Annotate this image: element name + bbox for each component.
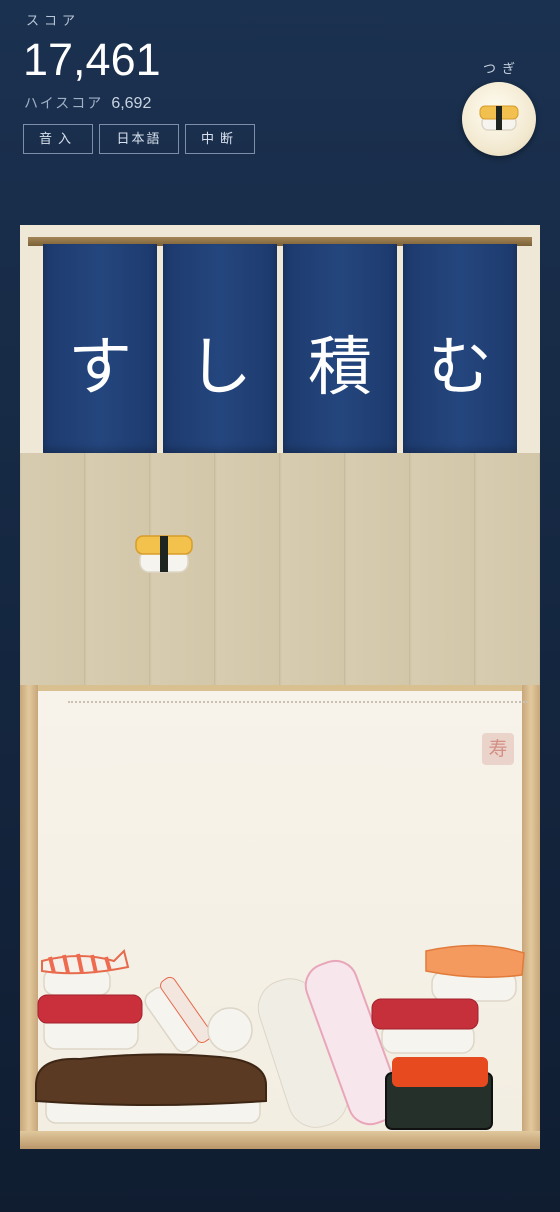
wooden-floor [20,453,540,685]
next-piece-preview [462,82,536,156]
language-button[interactable]: 日本語 [99,124,179,154]
noren-panel: 積 [283,244,397,456]
control-buttons: 音入 日本語 中断 [23,124,255,154]
unagi-nigiri [35,1053,267,1124]
falling-tamago-piece[interactable] [132,530,196,578]
ebi-piece [144,976,212,1053]
noren-char: す [68,331,132,405]
score-value: 17,461 [23,34,161,85]
pause-button[interactable]: 中断 [185,124,255,154]
score-label: スコア [26,14,81,29]
rice-ball [207,1007,253,1053]
salmon-nigiri [425,944,525,1002]
sushi-box: 寿 [20,685,540,1149]
noren-char: し [188,331,252,405]
noren-panel: し [163,244,277,456]
sound-button[interactable]: 音入 [23,124,93,154]
ebi-nigiri [41,949,130,996]
game-stage[interactable]: す し 積 む 寿 [20,225,540,1149]
highscore-label: ハイスコア [24,96,104,112]
noren-panel: す [43,244,157,456]
noren-char: む [428,331,492,405]
next-label: つぎ [483,62,522,77]
next-tamago-icon [479,105,519,131]
maguro-nigiri [371,998,479,1054]
noren-char: 積 [308,331,372,405]
ikura-gunkan [385,1057,493,1130]
hud: スコア 17,461 ハイスコア 6,692 音入 日本語 中断 つぎ [0,0,560,200]
noren-panel: む [403,244,517,456]
highscore: ハイスコア 6,692 [24,93,151,113]
stacked-sushi [35,944,525,1130]
maguro-nigiri [37,994,143,1050]
highscore-value: 6,692 [111,95,152,112]
